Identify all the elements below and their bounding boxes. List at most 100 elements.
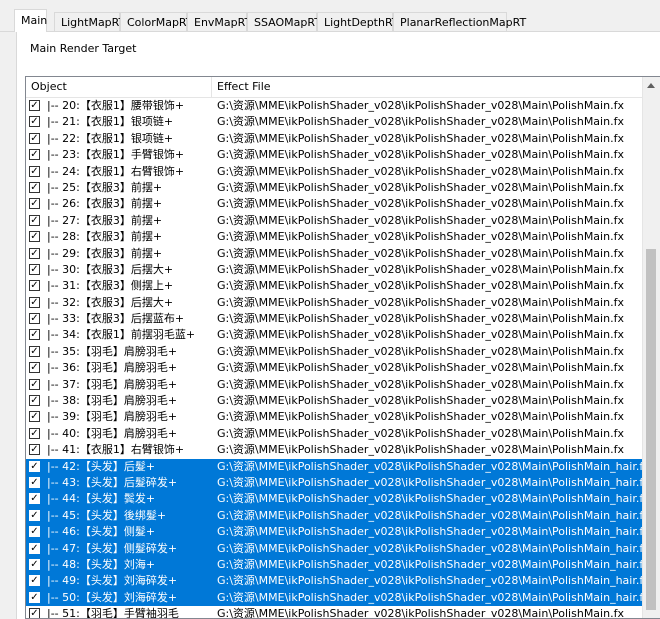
list-item[interactable]: ✓ |-- 42:【头发】后髮+ G:\资源\MME\ikPolishShader_… [26, 458, 645, 475]
row-checkbox[interactable]: ✓ [29, 608, 40, 618]
row-checkbox[interactable]: ✓ [29, 100, 40, 111]
row-checkbox[interactable]: ✓ [29, 378, 40, 390]
list-item[interactable]: ✓ |-- 34:【衣服1】前摆羽毛蓝+ G:\资源\MME\ikPolishSha… [26, 327, 645, 343]
tab-main[interactable]: Main [14, 9, 47, 32]
effect-list[interactable]: Object Effect File ✓ |-- 20:【衣服1】腰带银饰+ G:\… [25, 76, 660, 619]
tab-colormaprt[interactable]: ColorMapRT [120, 12, 193, 31]
list-item[interactable]: ✓ |-- 32:【衣服3】后摆大+ G:\资源\MME\ikPolishShade… [26, 295, 645, 311]
list-item[interactable]: ✓ |-- 35:【羽毛】肩膀羽毛+ G:\资源\MME\ikPolishShade… [26, 344, 645, 360]
list-item[interactable]: ✓ |-- 50:【头发】刘海碎发+ G:\资源\MME\ikPolishShade… [26, 589, 645, 607]
row-object-name: |-- 46:【头发】侧髮+ [47, 525, 156, 539]
row-checkbox[interactable]: ✓ [29, 542, 40, 554]
row-checkbox[interactable]: ✓ [29, 411, 40, 423]
row-object-name: |-- 24:【衣服1】右臂银饰+ [47, 164, 185, 178]
row-checkbox[interactable]: ✓ [29, 116, 40, 128]
row-effect-file: G:\资源\MME\ikPolishShader_v028\ikPolishSh… [217, 262, 624, 276]
list-item[interactable]: ✓ |-- 41:【衣服1】右臂银饰+ G:\资源\MME\ikPolishShad… [26, 442, 645, 458]
row-object-name: |-- 29:【衣服3】前摆+ [47, 246, 163, 260]
list-item[interactable]: ✓ |-- 26:【衣服3】前摆+ G:\资源\MME\ikPolishShader… [26, 196, 645, 212]
scrollbar-thumb[interactable] [646, 249, 656, 610]
list-item[interactable]: ✓ |-- 20:【衣服1】腰带银饰+ G:\资源\MME\ikPolishShad… [26, 98, 645, 114]
vertical-scrollbar[interactable] [642, 77, 660, 618]
row-checkbox[interactable]: ✓ [29, 181, 40, 193]
list-item[interactable]: ✓ |-- 37:【羽毛】肩膀羽毛+ G:\资源\MME\ikPolishShade… [26, 377, 645, 393]
row-checkbox[interactable]: ✓ [29, 214, 40, 226]
row-checkbox[interactable]: ✓ [29, 558, 40, 570]
row-checkbox[interactable]: ✓ [29, 149, 40, 161]
row-object-name: |-- 38:【羽毛】肩膀羽毛+ [47, 394, 178, 408]
list-item[interactable]: ✓ |-- 31:【衣服3】侧摆上+ G:\资源\MME\ikPolishShade… [26, 278, 645, 294]
row-object-name: |-- 45:【头发】後绑髮+ [47, 508, 167, 522]
row-checkbox[interactable]: ✓ [29, 263, 40, 275]
list-item[interactable]: ✓ |-- 36:【羽毛】肩膀羽毛+ G:\资源\MME\ikPolishShade… [26, 360, 645, 376]
row-checkbox[interactable]: ✓ [29, 476, 40, 488]
tab-lightmaprt[interactable]: LightMapRT [54, 12, 125, 31]
list-item[interactable]: ✓ |-- 40:【羽毛】肩膀羽毛+ G:\资源\MME\ikPolishShade… [26, 426, 645, 442]
list-item[interactable]: ✓ |-- 47:【头发】侧髮碎发+ G:\资源\MME\ikPolishShade… [26, 540, 645, 557]
row-object-name: |-- 23:【衣服1】手臂银饰+ [47, 148, 185, 162]
row-checkbox[interactable]: ✓ [29, 460, 40, 472]
row-checkbox[interactable]: ✓ [29, 231, 40, 243]
tab-ssaomaprt[interactable]: SSAOMapRT [247, 12, 321, 31]
list-item[interactable]: ✓ |-- 45:【头发】後绑髮+ G:\资源\MME\ikPolishShader… [26, 507, 645, 525]
row-effect-file: G:\资源\MME\ikPolishShader_v028\ikPolishSh… [217, 574, 642, 588]
row-checkbox[interactable]: ✓ [29, 313, 40, 325]
row-object-name: |-- 25:【衣服3】前摆+ [47, 180, 163, 194]
column-header-object[interactable]: Object [26, 77, 212, 97]
row-effect-file: G:\资源\MME\ikPolishShader_v028\ikPolishSh… [217, 230, 624, 244]
row-object-name: |-- 20:【衣服1】腰带银饰+ [47, 99, 185, 112]
list-item[interactable]: ✓ |-- 24:【衣服1】右臂银饰+ G:\资源\MME\ikPolishShad… [26, 164, 645, 180]
row-checkbox[interactable]: ✓ [29, 395, 40, 407]
row-effect-file: G:\资源\MME\ikPolishShader_v028\ikPolishSh… [217, 361, 624, 375]
list-item[interactable]: ✓ |-- 21:【衣服1】银项链+ G:\资源\MME\ikPolishShade… [26, 114, 645, 130]
row-checkbox[interactable]: ✓ [29, 198, 40, 210]
list-item[interactable]: ✓ |-- 51:【羽毛】手臂袖羽毛 G:\资源\MME\ikPolishShade… [26, 606, 645, 618]
list-item[interactable]: ✓ |-- 22:【衣服1】银项链+ G:\资源\MME\ikPolishShade… [26, 131, 645, 147]
row-checkbox[interactable]: ✓ [29, 296, 40, 308]
list-item[interactable]: ✓ |-- 46:【头发】侧髮+ G:\资源\MME\ikPolishShader_… [26, 524, 645, 541]
row-checkbox[interactable]: ✓ [29, 575, 40, 587]
row-effect-file: G:\资源\MME\ikPolishShader_v028\ikPolishSh… [217, 180, 624, 194]
list-item[interactable]: ✓ |-- 48:【头发】刘海+ G:\资源\MME\ikPolishShader_… [26, 556, 645, 574]
list-item[interactable]: ✓ |-- 39:【羽毛】肩膀羽毛+ G:\资源\MME\ikPolishShade… [26, 409, 645, 425]
list-item[interactable]: ✓ |-- 25:【衣服3】前摆+ G:\资源\MME\ikPolishShader… [26, 180, 645, 196]
row-checkbox[interactable]: ✓ [29, 427, 40, 439]
row-checkbox[interactable]: ✓ [29, 444, 40, 456]
scroll-up-icon[interactable] [647, 83, 655, 88]
list-item[interactable]: ✓ |-- 38:【羽毛】肩膀羽毛+ G:\资源\MME\ikPolishShade… [26, 393, 645, 409]
row-object-name: |-- 34:【衣服1】前摆羽毛蓝+ [47, 328, 196, 342]
tab-envmaprt[interactable]: EnvMapRT [187, 12, 251, 31]
row-checkbox[interactable]: ✓ [29, 329, 40, 341]
list-item[interactable]: ✓ |-- 28:【衣服3】前摆+ G:\资源\MME\ikPolishShader… [26, 229, 645, 245]
row-effect-file: G:\资源\MME\ikPolishShader_v028\ikPolishSh… [217, 148, 624, 162]
row-object-name: |-- 21:【衣服1】银项链+ [47, 115, 174, 129]
tab-lightdepthrt[interactable]: LightDepthRT [317, 12, 399, 31]
row-effect-file: G:\资源\MME\ikPolishShader_v028\ikPolishSh… [217, 410, 624, 424]
list-item[interactable]: ✓ |-- 27:【衣服3】前摆+ G:\资源\MME\ikPolishShader… [26, 213, 645, 229]
row-effect-file: G:\资源\MME\ikPolishShader_v028\ikPolishSh… [217, 590, 642, 604]
row-checkbox[interactable]: ✓ [29, 247, 40, 259]
row-object-name: |-- 36:【羽毛】肩膀羽毛+ [47, 361, 178, 375]
list-item[interactable]: ✓ |-- 44:【头发】鬓发+ G:\资源\MME\ikPolishShader_… [26, 491, 645, 508]
row-checkbox[interactable]: ✓ [29, 591, 40, 603]
row-checkbox[interactable]: ✓ [29, 132, 40, 144]
row-checkbox[interactable]: ✓ [29, 165, 40, 177]
list-item[interactable]: ✓ |-- 49:【头发】刘海碎发+ G:\资源\MME\ikPolishShade… [26, 573, 645, 590]
row-checkbox[interactable]: ✓ [29, 509, 40, 521]
list-item[interactable]: ✓ |-- 29:【衣服3】前摆+ G:\资源\MME\ikPolishShader… [26, 246, 645, 262]
row-checkbox[interactable]: ✓ [29, 493, 40, 505]
row-object-name: |-- 35:【羽毛】肩膀羽毛+ [47, 344, 178, 358]
row-checkbox[interactable]: ✓ [29, 345, 40, 357]
row-checkbox[interactable]: ✓ [29, 362, 40, 374]
list-item[interactable]: ✓ |-- 43:【头发】后髮碎发+ G:\资源\MME\ikPolishShade… [26, 474, 645, 492]
row-checkbox[interactable]: ✓ [29, 526, 40, 538]
row-checkbox[interactable]: ✓ [29, 280, 40, 292]
list-item[interactable]: ✓ |-- 30:【衣服3】后摆大+ G:\资源\MME\ikPolishShade… [26, 262, 645, 278]
list-item[interactable]: ✓ |-- 33:【衣服3】后摆蓝布+ G:\资源\MME\ikPolishShad… [26, 311, 645, 327]
row-object-name: |-- 32:【衣服3】后摆大+ [47, 295, 174, 309]
list-item[interactable]: ✓ |-- 23:【衣服1】手臂银饰+ G:\资源\MME\ikPolishShad… [26, 147, 645, 163]
row-object-name: |-- 26:【衣服3】前摆+ [47, 197, 163, 211]
tab-planarreflectionmaprt[interactable]: PlanarReflectionMapRT [393, 12, 526, 31]
column-header-effect-file[interactable]: Effect File [212, 77, 645, 97]
row-effect-file: G:\资源\MME\ikPolishShader_v028\ikPolishSh… [217, 394, 624, 408]
